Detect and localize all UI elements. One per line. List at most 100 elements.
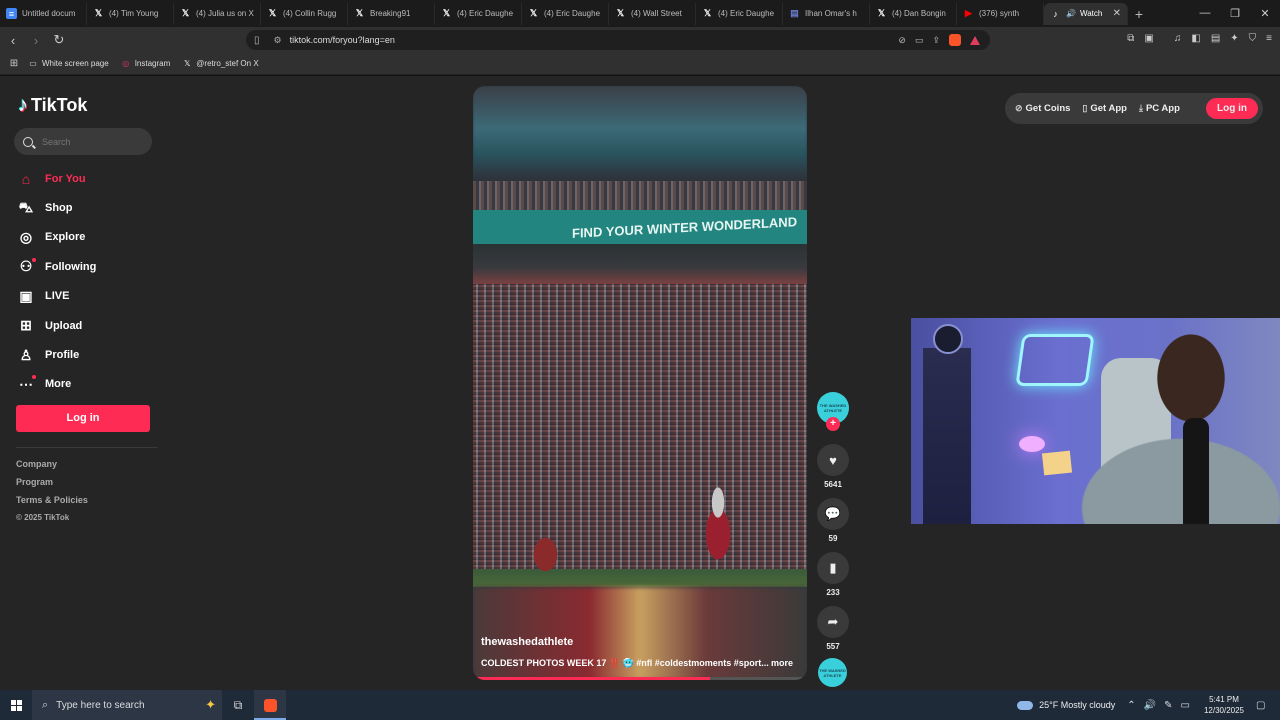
get-app-label: Get App <box>1090 103 1127 114</box>
url-field[interactable]: ▯ ⚙ tiktok.com/foryou?lang=en ⊘ ▭ ⇪ <box>246 30 990 50</box>
share-count: 557 <box>826 642 840 651</box>
bookmark-item[interactable]: ▭ White screen page <box>28 59 108 69</box>
like-button[interactable]: ♥ <box>817 444 849 476</box>
sidebar-item-upload[interactable]: ⊞ Upload <box>17 311 96 340</box>
menu-icon[interactable]: ≡ <box>1266 33 1272 44</box>
cast-icon[interactable]: ▭ <box>915 35 924 46</box>
task-view-icon[interactable]: ⧉ <box>222 698 254 713</box>
back-icon[interactable]: ‹ <box>3 33 23 48</box>
share-button[interactable]: ➦ <box>817 606 849 638</box>
forward-icon[interactable]: › <box>26 33 46 48</box>
start-button[interactable] <box>0 699 32 711</box>
bookmark-item[interactable]: 𝕏 @retro_stef On X <box>182 59 259 69</box>
bookmark-icon[interactable]: ▯ <box>254 35 260 46</box>
clock-date: 12/30/2025 <box>1203 706 1244 715</box>
close-window-icon[interactable]: ✕ <box>1250 7 1280 20</box>
avatar-text: THE WASHED ATHLETE <box>819 403 847 413</box>
sidebar-item-label: Following <box>45 260 97 273</box>
browser-tab[interactable]: 𝕏 (4) Dan Bongin <box>870 2 957 25</box>
browser-tab[interactable]: 𝕏 (4) Eric Daughe <box>522 2 609 25</box>
restore-icon[interactable]: ❐ <box>1220 7 1250 20</box>
video-player[interactable]: FIND YOUR WINTER WONDERLAND thewashedath… <box>473 86 807 680</box>
chevron-up-icon[interactable]: ⌃ <box>1127 700 1135 711</box>
new-tab-button[interactable]: + <box>1128 6 1150 22</box>
sidebar-item-profile[interactable]: ♙ Profile <box>17 340 96 369</box>
tiktok-logo[interactable]: ♪ TikTok <box>18 94 87 117</box>
taskbar-search[interactable]: ⌕ Type here to search ✦ <box>32 690 222 720</box>
webcam-wall-clock <box>933 324 963 354</box>
search-box[interactable] <box>14 128 152 155</box>
browser-tab-active[interactable]: ♪ 🔊 Watch ✕ <box>1044 2 1128 25</box>
video-progress-bar[interactable] <box>473 677 807 680</box>
following-icon: ⚇ <box>17 257 36 276</box>
screenshot-icon[interactable]: ▣ <box>1144 33 1153 44</box>
browser-tab[interactable]: 𝕏 (4) Eric Daughe <box>696 2 783 25</box>
get-coins-button[interactable]: ⊘ Get Coins <box>1015 103 1070 114</box>
sidebar-item-following[interactable]: ⚇ Following <box>17 252 96 281</box>
shop-icon: ⛍ <box>18 198 34 215</box>
brave-taskbar-icon[interactable] <box>254 690 286 720</box>
reader-icon[interactable]: ⊘ <box>898 35 906 46</box>
caption-more-link[interactable]: more <box>771 658 793 668</box>
vpn-icon[interactable]: ⛉ <box>1249 33 1257 44</box>
share-icon[interactable]: ⇪ <box>932 35 940 46</box>
bookmark-item[interactable]: ◎ Instagram <box>121 59 170 69</box>
sidebar-item-more[interactable]: ⋯ More <box>17 370 96 399</box>
save-button[interactable]: ▮ <box>817 552 849 584</box>
browser-tab[interactable]: 𝕏 (4) Collin Rugg <box>261 2 348 25</box>
wallet-icon[interactable]: ▤ <box>1211 33 1220 44</box>
apps-grid-icon[interactable]: ⊞ <box>0 58 28 69</box>
close-tab-icon[interactable]: ✕ <box>1113 8 1121 19</box>
sidebar-item-label: LIVE <box>45 290 70 303</box>
sound-avatar[interactable]: THE WASHED ATHLETE <box>818 658 847 687</box>
leo-icon[interactable]: ✦ <box>1230 33 1238 44</box>
video-username[interactable]: thewashedathlete <box>481 636 573 648</box>
sidebar-item-live[interactable]: ▣ LIVE <box>17 282 96 311</box>
like-count: 5641 <box>824 480 842 489</box>
comment-button[interactable]: 💬 <box>817 498 849 530</box>
minimize-icon[interactable]: — <box>1190 7 1220 20</box>
top-login-button[interactable]: Log in <box>1206 98 1258 119</box>
sidebar-item-explore[interactable]: ◎ Explore <box>17 223 96 252</box>
get-app-button[interactable]: ▯ Get App <box>1082 103 1127 114</box>
browser-tab[interactable]: 𝕏 (4) Julia us on X <box>174 2 261 25</box>
address-bar: ‹ › ↻ ▯ ⚙ tiktok.com/foryou?lang=en ⊘ ▭ … <box>0 27 1280 53</box>
brave-rewards-icon[interactable] <box>970 35 980 45</box>
footer-company-link[interactable]: Company <box>16 459 88 477</box>
x-icon: 𝕏 <box>355 8 364 18</box>
pen-icon[interactable]: ✎ <box>1164 700 1172 711</box>
music-icon[interactable]: ♫ <box>1174 33 1182 44</box>
download-icon: ⤓ <box>1138 103 1143 113</box>
reload-icon[interactable]: ↻ <box>49 32 69 48</box>
sidebar-item-shop[interactable]: ⛍ Shop <box>17 193 96 222</box>
browser-tab[interactable]: 𝕏 (4) Tim Young <box>87 2 174 25</box>
brave-shields-icon[interactable] <box>949 34 961 46</box>
search-icon <box>23 136 33 147</box>
extensions-icon[interactable]: ⧉ <box>1127 33 1134 44</box>
video-frame-mid <box>473 244 807 284</box>
pc-app-button[interactable]: ⤓ PC App <box>1139 103 1180 114</box>
clock[interactable]: 5:41 PM 12/30/2025 <box>1204 694 1244 716</box>
footer-terms-link[interactable]: Terms & Policies <box>16 495 88 513</box>
sidebar-login-button[interactable]: Log in <box>16 405 150 432</box>
browser-tab[interactable]: ▤ Ilhan Omar's h <box>783 2 870 25</box>
creator-avatar[interactable]: THE WASHED ATHLETE + <box>817 392 849 431</box>
sidebar-icon[interactable]: ◧ <box>1191 33 1200 44</box>
speaker-icon[interactable]: 🔊 <box>1144 700 1156 711</box>
footer-program-link[interactable]: Program <box>16 477 88 495</box>
browser-tab[interactable]: 𝕏 (4) Wall Street <box>609 2 696 25</box>
site-info-icon[interactable]: ⚙ <box>274 35 282 46</box>
follow-plus-icon[interactable]: + <box>826 417 840 431</box>
search-input[interactable] <box>42 136 142 147</box>
video-caption: COLDEST PHOTOS WEEK 17 ‼️ 🥶 #nfl #coldes… <box>481 658 801 669</box>
notification-icon[interactable]: ▢ <box>1256 700 1270 711</box>
notification-dot <box>32 257 36 262</box>
weather-widget[interactable]: 25°F Mostly cloudy <box>1017 700 1115 710</box>
browser-tab[interactable]: 𝕏 Breaking91 <box>348 2 435 25</box>
browser-tab[interactable]: 𝕏 (4) Eric Daughe <box>435 2 522 25</box>
notification-dot <box>32 375 36 380</box>
browser-tab[interactable]: ≡ Untitled docum <box>0 2 87 25</box>
sidebar-item-for-you[interactable]: ⌂ For You <box>17 164 96 193</box>
browser-tab[interactable]: ▶ (376) synth <box>957 2 1044 25</box>
network-icon[interactable]: ▭ <box>1181 700 1190 711</box>
